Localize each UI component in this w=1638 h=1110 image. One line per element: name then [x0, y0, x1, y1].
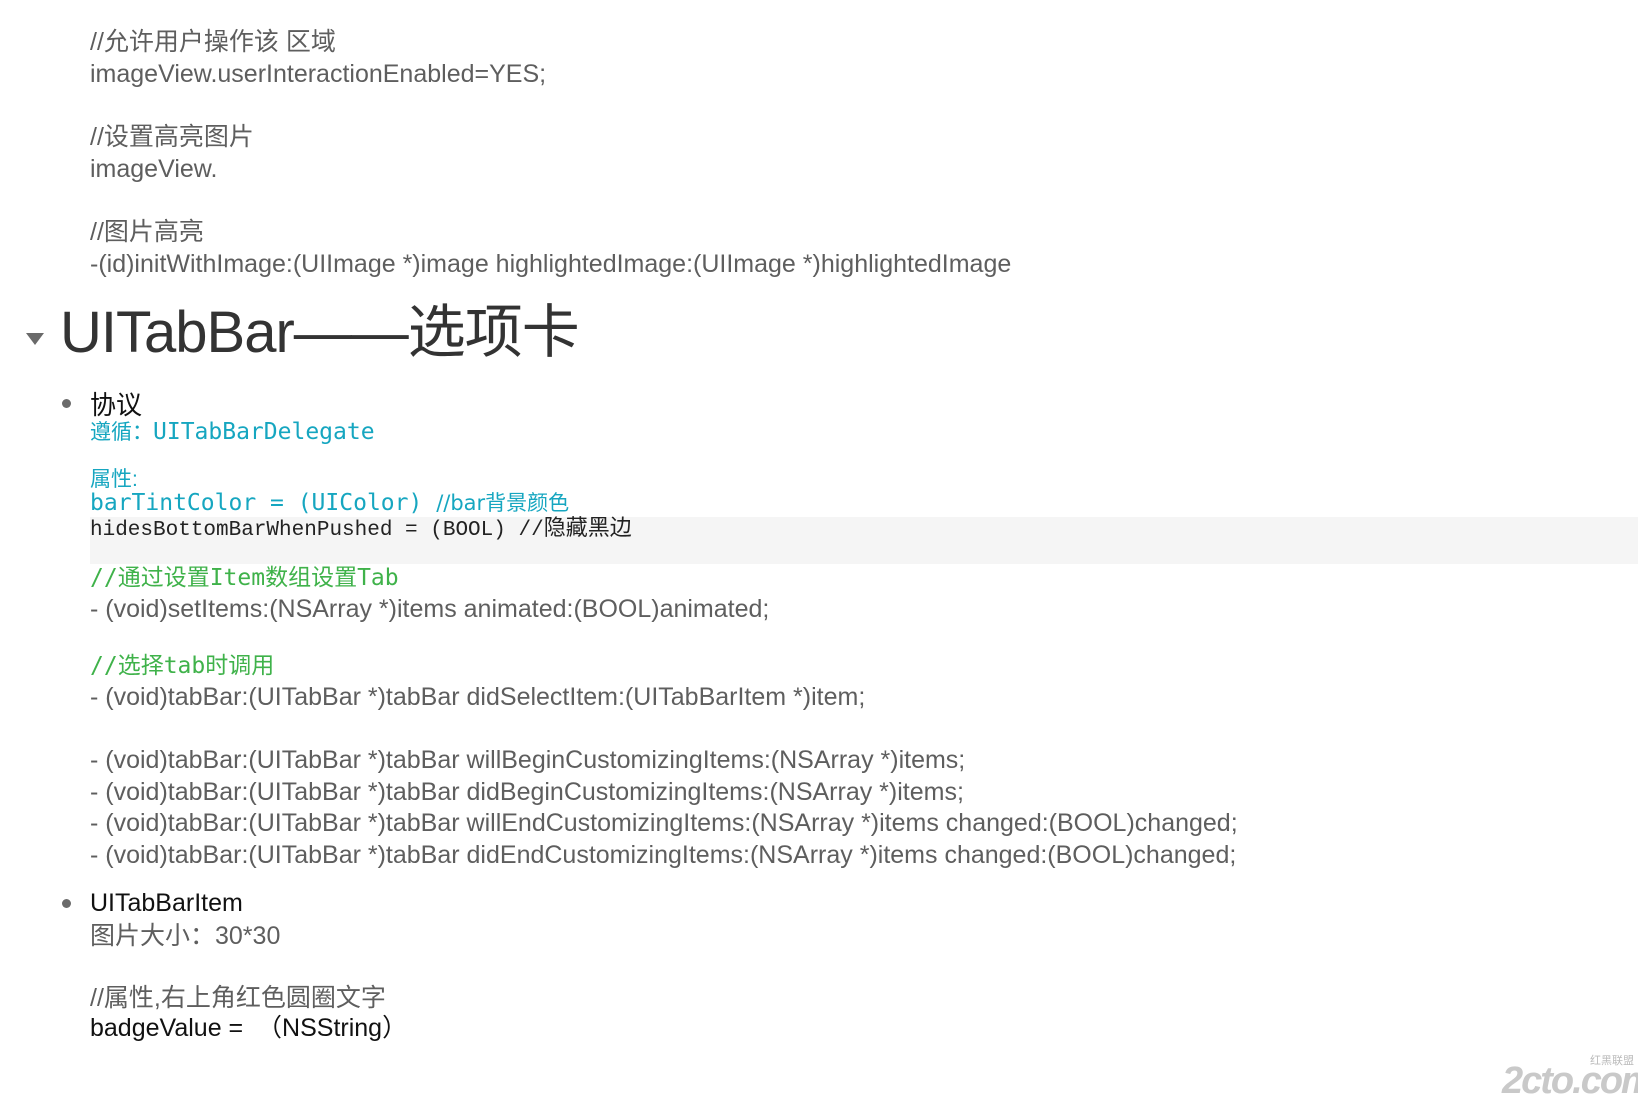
disclosure-triangle-down-icon[interactable] — [26, 333, 44, 345]
did-select-code: - (void)tabBar:(UITabBar *)tabBar didSel… — [90, 683, 866, 711]
badge-comment: //属性,右上角红色圆圈文字 — [90, 984, 386, 1012]
conform-line: 遵循：UITabBarDelegate — [90, 421, 375, 444]
watermark-logo: 2cto.com 红黑联盟 — [1502, 1055, 1638, 1104]
watermark-sub: 红黑联盟 — [1590, 1055, 1634, 1067]
hides-code: hidesBottomBarWhenPushed = (BOOL) // — [90, 519, 544, 542]
method-line: - (void)tabBar:(UITabBar *)tabBar didEnd… — [90, 841, 1237, 869]
tabbar-item-label: UITabBarItem — [90, 889, 243, 917]
select-tab-comment: //选择tab时调用 — [90, 653, 275, 679]
code-user-interaction: imageView.userInteractionEnabled=YES; — [90, 60, 547, 88]
bullet-icon — [62, 399, 71, 408]
set-items-comment: //通过设置Item数组设置Tab — [90, 565, 399, 591]
properties-label: 属性: — [90, 468, 138, 491]
image-size-text: 图片大小：30*30 — [90, 922, 281, 950]
section-heading: UITabBar——选项卡 — [60, 300, 580, 365]
bar-tint-comment: //bar背景颜色 — [436, 491, 570, 515]
method-line: - (void)tabBar:(UITabBar *)tabBar didBeg… — [90, 778, 964, 806]
method-line: - (void)tabBar:(UITabBar *)tabBar willEn… — [90, 809, 1238, 837]
conform-value: UITabBarDelegate — [153, 419, 375, 445]
bar-tint-line: barTintColor = (UIColor) //bar背景颜色 — [90, 492, 569, 515]
set-items-code: - (void)setItems:(NSArray *)items animat… — [90, 595, 770, 623]
watermark-main: 2cto.com — [1502, 1060, 1638, 1102]
bullet-icon — [62, 899, 71, 908]
comment-image-highlight: //图片高亮 — [90, 218, 204, 246]
method-line: - (void)tabBar:(UITabBar *)tabBar willBe… — [90, 746, 966, 774]
conform-prefix: 遵循： — [90, 420, 153, 444]
badge-code: badgeValue = （NSString） — [90, 1014, 408, 1042]
hides-comment: 隐藏黑边 — [543, 516, 632, 541]
code-init-with-image: -(id)initWithImage:(UIImage *)image high… — [90, 250, 1012, 278]
protocol-label: 协议 — [90, 390, 143, 420]
comment-allow-interaction: //允许用户操作该 区域 — [90, 28, 336, 56]
comment-set-highlight: //设置高亮图片 — [90, 123, 254, 151]
hides-bottom-bar-line: hidesBottomBarWhenPushed = (BOOL) //隐藏黑边 — [90, 516, 632, 542]
bar-tint-code: barTintColor = (UIColor) — [90, 490, 437, 516]
code-image-view: imageView. — [90, 155, 218, 183]
